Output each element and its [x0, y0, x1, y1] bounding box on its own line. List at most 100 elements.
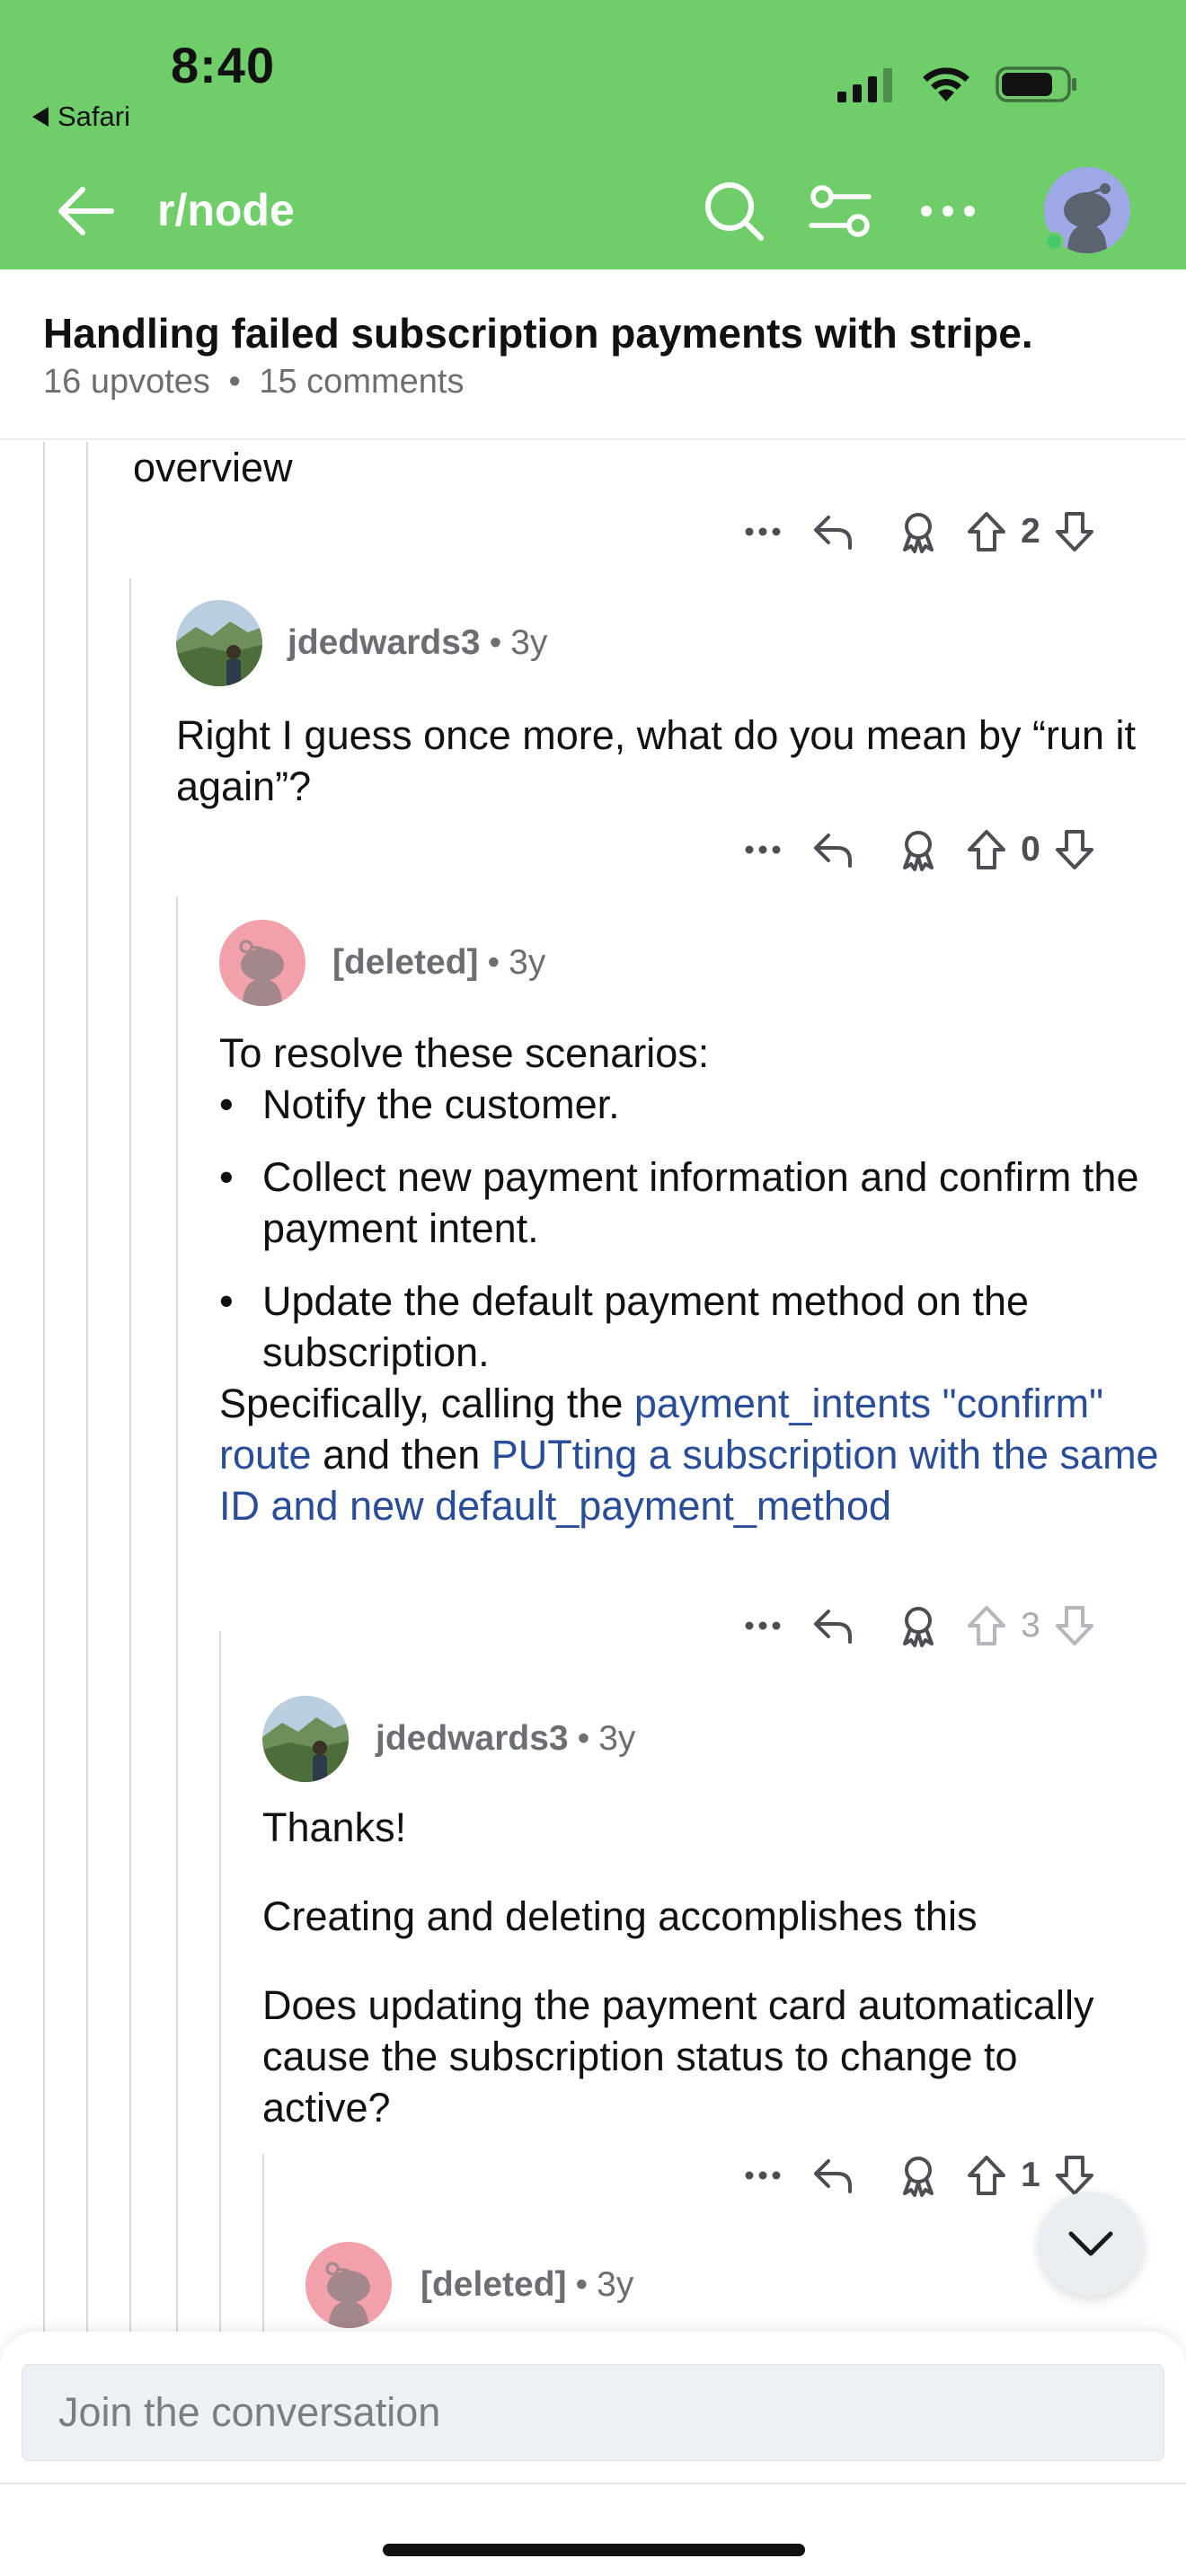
more-icon	[745, 845, 781, 854]
snoo-avatar-icon	[305, 2242, 392, 2328]
scroll-next-button[interactable]	[1039, 2192, 1143, 2296]
bullet-item: Update the default payment method on the…	[219, 1275, 1172, 1378]
author-name[interactable]: jdedwards3	[376, 1719, 569, 1758]
more-button[interactable]	[737, 526, 789, 537]
more-button[interactable]	[737, 1620, 789, 1631]
comment-paragraph: Thanks!	[262, 1804, 407, 1850]
comment-paragraph: Creating and deleting accomplishes this	[262, 1893, 978, 1939]
commenter-avatar[interactable]	[262, 1696, 349, 1782]
upvote-icon	[968, 1606, 1005, 1645]
back-to-app-link[interactable]: Safari	[32, 101, 130, 133]
meta-dot: •	[575, 2265, 589, 2304]
status-time: 8:40	[171, 37, 276, 93]
comment-age: 3y	[597, 2265, 634, 2304]
upvote-button[interactable]	[961, 2154, 1012, 2197]
comment-link[interactable]: overview	[133, 442, 293, 493]
more-icon	[921, 206, 975, 216]
award-button[interactable]	[875, 828, 961, 871]
snoo-avatar-icon	[219, 920, 305, 1006]
award-icon	[903, 2157, 934, 2197]
photo-avatar-icon	[262, 1696, 349, 1782]
meta-separator: •	[228, 363, 241, 401]
thread-line[interactable]	[176, 896, 178, 2332]
downvote-button[interactable]	[1049, 510, 1100, 553]
reply-icon	[814, 1610, 852, 1644]
back-triangle-icon	[32, 107, 49, 127]
header-bar: 8:40 Safari r/node	[0, 0, 1186, 269]
downvote-button[interactable]	[1049, 1604, 1100, 1647]
more-button[interactable]	[737, 844, 789, 855]
bullet-list: Notify the customer. Collect new payment…	[219, 1079, 1172, 1378]
bullet-item: Collect new payment information and conf…	[219, 1151, 1172, 1254]
award-button[interactable]	[875, 510, 961, 553]
more-options-button[interactable]	[913, 176, 983, 246]
online-status-dot	[1044, 232, 1064, 251]
post-header[interactable]: Handling failed subscription payments wi…	[0, 269, 1186, 440]
more-icon	[745, 2171, 781, 2180]
post-title: Handling failed subscription payments wi…	[43, 310, 1033, 357]
comment-paragraph: Does updating the payment card automatic…	[262, 1982, 1094, 2130]
comment-author-line: jdedwards3 • 3y	[376, 1719, 635, 1759]
composer-bar	[0, 2332, 1186, 2576]
award-icon	[903, 831, 934, 871]
filter-button[interactable]	[805, 176, 875, 246]
more-icon	[745, 1621, 781, 1630]
thread-line[interactable]	[219, 1631, 221, 2332]
reply-button[interactable]	[789, 512, 875, 551]
upvote-button[interactable]	[961, 828, 1012, 871]
vote-count: 2	[1021, 512, 1040, 551]
join-conversation-input[interactable]	[22, 2365, 1164, 2460]
downvote-icon	[1056, 830, 1093, 869]
upvote-icon	[968, 512, 1005, 551]
author-name[interactable]: [deleted]	[332, 943, 479, 982]
comment-paragraph: To resolve these scenarios:	[219, 1030, 710, 1076]
downvote-button[interactable]	[1049, 2154, 1100, 2197]
comment-count: 15 comments	[259, 363, 465, 401]
search-icon	[705, 182, 764, 241]
more-button[interactable]	[737, 2170, 789, 2181]
back-arrow-icon[interactable]	[54, 180, 117, 243]
comment-paragraph: Specifically, calling the payment_intent…	[219, 1378, 1172, 1531]
signal-icon	[837, 68, 892, 102]
comment-author-line: jdedwards3 • 3y	[288, 623, 547, 663]
thread-line[interactable]	[129, 578, 131, 2332]
author-name[interactable]: jdedwards3	[288, 623, 481, 662]
award-button[interactable]	[875, 2154, 961, 2197]
commenter-avatar[interactable]	[176, 600, 262, 686]
comment-body: Thanks! Creating and deleting accomplish…	[262, 1802, 1143, 2133]
comment-author-line: [deleted] • 3y	[332, 943, 545, 983]
home-indicator[interactable]	[383, 2544, 805, 2556]
upvote-button[interactable]	[961, 510, 1012, 553]
comment-actions: 2	[737, 510, 1100, 553]
thread-line[interactable]	[43, 442, 45, 2332]
reply-button[interactable]	[789, 1606, 875, 1645]
downvote-button[interactable]	[1049, 828, 1100, 871]
reply-button[interactable]	[789, 2156, 875, 2195]
commenter-avatar[interactable]	[305, 2242, 392, 2328]
comment-composer[interactable]	[22, 2364, 1164, 2461]
reply-button[interactable]	[789, 830, 875, 869]
thread-line[interactable]	[262, 2154, 264, 2332]
downvote-icon	[1056, 1606, 1093, 1645]
author-name[interactable]: [deleted]	[420, 2265, 567, 2304]
comment-age: 3y	[509, 943, 546, 982]
vote-count: 0	[1021, 830, 1040, 869]
subreddit-title[interactable]: r/node	[157, 184, 295, 236]
comment-text: and then	[311, 1432, 491, 1478]
comment-age: 3y	[510, 623, 548, 662]
upvote-icon	[968, 2156, 1005, 2195]
comment-author-line: [deleted] • 3y	[420, 2265, 633, 2305]
reply-icon	[814, 2159, 852, 2193]
upvote-button[interactable]	[961, 1604, 1012, 1647]
commenter-avatar[interactable]	[219, 920, 305, 1006]
wifi-icon	[923, 67, 969, 101]
thread-line[interactable]	[86, 442, 88, 2332]
search-button[interactable]	[699, 176, 769, 246]
divider	[0, 2483, 1186, 2484]
battery-icon	[996, 66, 1076, 102]
award-button[interactable]	[875, 1604, 961, 1647]
status-icons	[836, 65, 1078, 104]
meta-dot: •	[489, 623, 502, 662]
vote-count: 1	[1021, 2156, 1040, 2194]
downvote-icon	[1056, 2156, 1093, 2195]
